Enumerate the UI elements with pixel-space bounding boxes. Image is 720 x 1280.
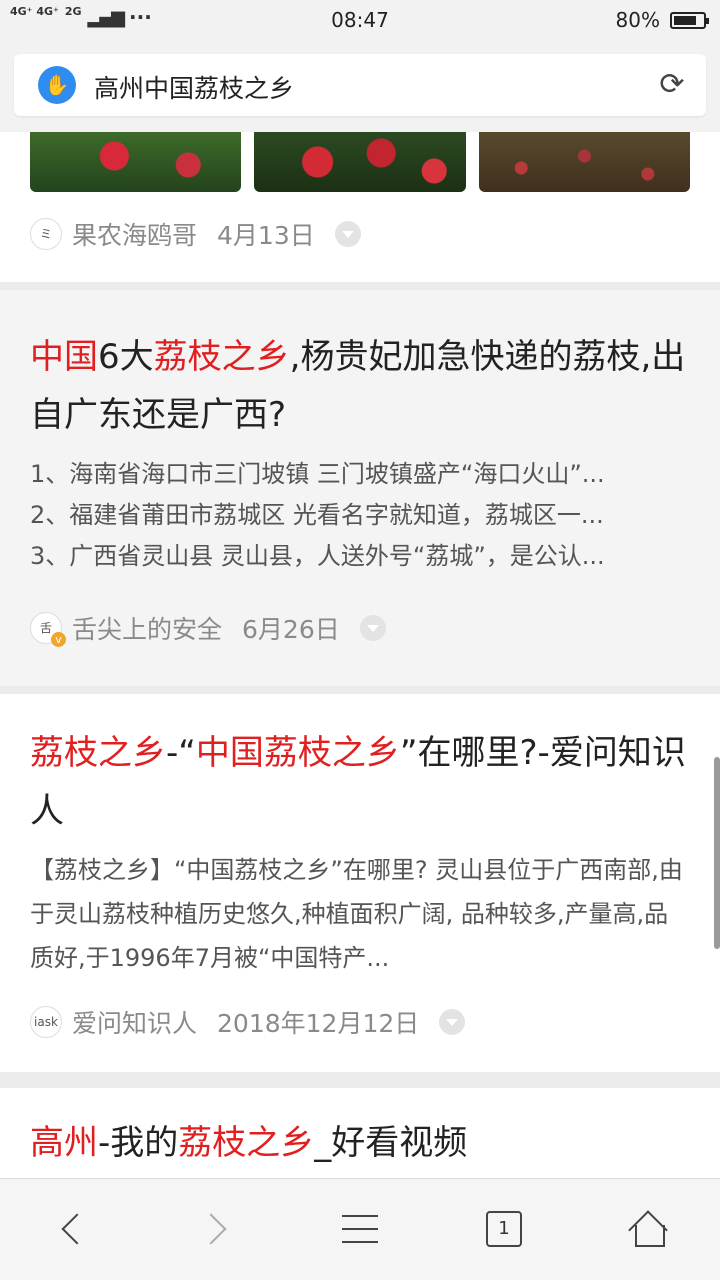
baidu-paw-icon: ✋ xyxy=(38,66,76,104)
title-highlight: 高州 xyxy=(30,1123,98,1163)
title-highlight: 荔枝之乡 xyxy=(30,733,166,773)
dropdown-icon[interactable] xyxy=(439,1009,466,1035)
lychee-image[interactable] xyxy=(30,132,242,192)
result-card[interactable]: 中国6大荔枝之乡,杨贵妃加急快递的荔枝,出自广东还是广西? 1、海南省海口市三门… xyxy=(0,290,720,686)
result-card[interactable]: 高州-我的荔枝之乡_好看视频 xyxy=(0,1088,720,1178)
result-title[interactable]: 荔枝之乡-“中国荔枝之乡”在哪里?-爱问知识人 xyxy=(30,724,690,840)
result-card[interactable]: 荔枝之乡-“中国荔枝之乡”在哪里?-爱问知识人 【荔枝之乡】“中国荔枝之乡”在哪… xyxy=(0,694,720,1072)
forward-button[interactable] xyxy=(186,1199,246,1259)
title-highlight: 中国荔枝之乡 xyxy=(195,733,400,773)
address-bar[interactable]: ✋ 高州中国荔枝之乡 ⟳ xyxy=(14,54,706,116)
result-title[interactable]: 中国6大荔枝之乡,杨贵妃加急快递的荔枝,出自广东还是广西? xyxy=(30,328,690,444)
browser-toolbar: ✋ 高州中国荔枝之乡 ⟳ xyxy=(0,40,720,132)
snippet-line: 2、福建省莆田市荔城区 光看名字就知道，荔城区一... xyxy=(30,501,604,529)
battery-icon xyxy=(670,11,709,29)
home-icon xyxy=(631,1211,665,1247)
result-meta: 舌 舌尖上的安全 6月26日 xyxy=(30,610,386,647)
title-text: -“ xyxy=(166,733,196,773)
battery-fill xyxy=(674,15,697,25)
scrollbar[interactable] xyxy=(714,757,720,949)
dropdown-icon[interactable] xyxy=(359,615,386,641)
author-avatar: 舌 xyxy=(30,612,66,647)
search-query-text[interactable]: 高州中国荔枝之乡 xyxy=(94,69,294,105)
title-highlight: 中国 xyxy=(30,337,98,377)
result-snippet: 【荔枝之乡】“中国荔枝之乡”在哪里? 灵山县位于广西南部,由于灵山荔枝种植历史悠… xyxy=(30,856,683,972)
bottom-nav: 1 xyxy=(0,1178,720,1280)
result-title[interactable]: 高州-我的荔枝之乡_好看视频 xyxy=(30,1114,690,1172)
refresh-icon[interactable]: ⟳ xyxy=(654,67,690,103)
menu-button[interactable] xyxy=(330,1199,390,1259)
publish-date: 4月13日 xyxy=(217,221,315,250)
author-name: 爱问知识人 xyxy=(72,1009,198,1038)
image-strip[interactable] xyxy=(30,132,690,192)
title-text: _好看视频 xyxy=(314,1123,468,1163)
home-button[interactable] xyxy=(618,1199,678,1259)
result-card[interactable]: ミ 果农海鸥哥 4月13日 xyxy=(0,132,720,282)
snippet-line: 3、广西省灵山县 灵山县，人送外号“荔城”，是公认... xyxy=(30,542,605,570)
back-button[interactable] xyxy=(42,1199,102,1259)
author-name: 果农海鸥哥 xyxy=(72,221,198,250)
title-text: 6大 xyxy=(98,337,154,377)
lychee-image[interactable] xyxy=(254,132,466,192)
dropdown-icon[interactable] xyxy=(334,221,361,247)
author-avatar: iask xyxy=(30,1006,62,1038)
title-text: -我的 xyxy=(98,1123,179,1163)
back-arrow-icon xyxy=(61,1213,93,1245)
title-highlight: 荔枝之乡 xyxy=(153,337,290,377)
author-avatar: ミ xyxy=(30,218,62,250)
battery-percent: 80% xyxy=(615,8,660,32)
clock: 08:47 xyxy=(331,8,389,32)
publish-date: 6月26日 xyxy=(242,615,340,644)
result-meta: ミ 果农海鸥哥 4月13日 xyxy=(30,216,361,252)
tabs-button[interactable]: 1 xyxy=(474,1199,534,1259)
menu-icon xyxy=(342,1215,378,1243)
snippet-line: 1、海南省海口市三门坡镇 三门坡镇盛产“海口火山”... xyxy=(30,460,605,488)
status-bar: 4G⁺ 4G⁺ 2G ▂▄▆ ··· 08:47 80% xyxy=(0,0,720,40)
lychee-image[interactable] xyxy=(478,132,690,192)
publish-date: 2018年12月12日 xyxy=(217,1009,420,1038)
result-meta: iask 爱问知识人 2018年12月12日 xyxy=(30,1004,466,1040)
tab-count: 1 xyxy=(486,1211,522,1247)
author-name: 舌尖上的安全 xyxy=(72,615,223,644)
result-snippet: 1、海南省海口市三门坡镇 三门坡镇盛产“海口火山”... 2、福建省莆田市荔城区… xyxy=(30,454,690,577)
forward-arrow-icon xyxy=(195,1213,227,1245)
title-highlight: 荔枝之乡 xyxy=(178,1123,315,1163)
search-results: ミ 果农海鸥哥 4月13日 中国6大荔枝之乡,杨贵妃加急快递的荔枝,出自广东还是… xyxy=(0,132,720,1178)
